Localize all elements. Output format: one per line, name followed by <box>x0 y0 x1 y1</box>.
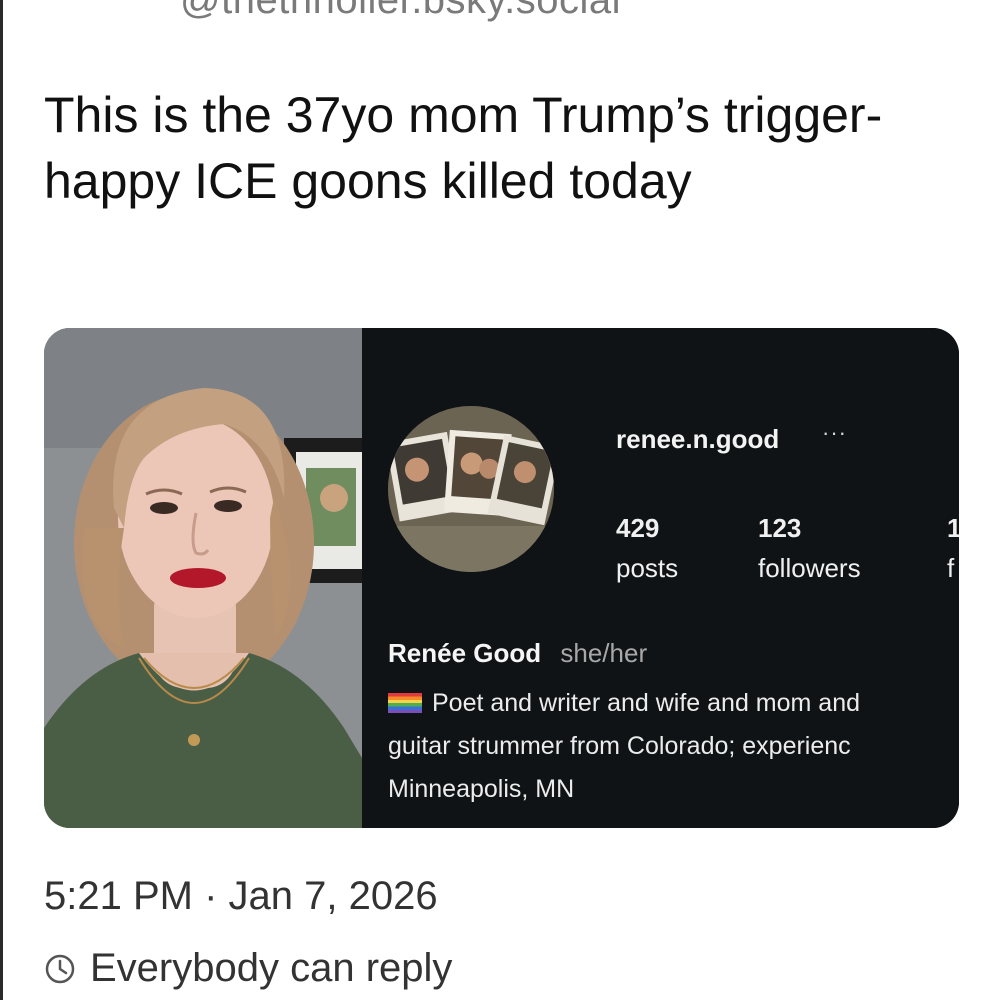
stat-posts-value: 429 <box>616 513 660 543</box>
portrait-photo <box>44 328 362 828</box>
profile-bio: Poet and writer and wife and mom and gui… <box>388 682 959 811</box>
stat-following-value: 1 <box>947 513 959 543</box>
bio-line-text: Poet and writer and wife and mom and <box>432 689 861 717</box>
more-dots-icon[interactable]: ··· <box>822 420 847 446</box>
stat-posts[interactable]: 429 posts <box>616 508 678 588</box>
instagram-username[interactable]: renee.n.good <box>616 424 779 455</box>
stat-following-label: f <box>947 553 955 583</box>
reply-setting-label: Everybody can reply <box>90 946 453 990</box>
profile-display-name: Renée Good <box>388 638 542 668</box>
author-handle[interactable]: @thethholler.bsky.social <box>180 0 621 23</box>
profile-avatar[interactable] <box>388 406 554 572</box>
instagram-profile-card: renee.n.good ··· 429 posts 123 followers… <box>362 328 959 828</box>
profile-pronouns: she/her <box>560 638 648 668</box>
left-border <box>0 0 3 1000</box>
post-timestamp[interactable]: 5:21 PM · Jan 7, 2026 <box>44 874 438 919</box>
stat-followers-label: followers <box>758 553 861 583</box>
stat-posts-label: posts <box>616 553 679 583</box>
avatar-polaroid-collage <box>388 406 554 572</box>
reply-restriction-icon <box>45 954 75 983</box>
stat-followers-value: 123 <box>758 513 802 543</box>
bio-line: Poet and writer and wife and mom and <box>388 682 959 725</box>
bio-line: Minneapolis, MN <box>388 775 575 803</box>
profile-name-row: Renée Good she/her <box>388 638 647 669</box>
embedded-image[interactable]: renee.n.good ··· 429 posts 123 followers… <box>44 328 959 828</box>
reply-setting: Everybody can reply <box>44 946 452 991</box>
portrait-illustration <box>44 328 362 828</box>
stat-followers[interactable]: 123 followers <box>758 508 861 588</box>
bio-line: guitar strummer from Colorado; experienc <box>388 732 851 760</box>
post-text: This is the 37yo mom Trump’s trigger-hap… <box>44 87 883 209</box>
rainbow-flag-icon <box>388 693 422 713</box>
stat-following[interactable]: 1 f <box>947 508 959 588</box>
